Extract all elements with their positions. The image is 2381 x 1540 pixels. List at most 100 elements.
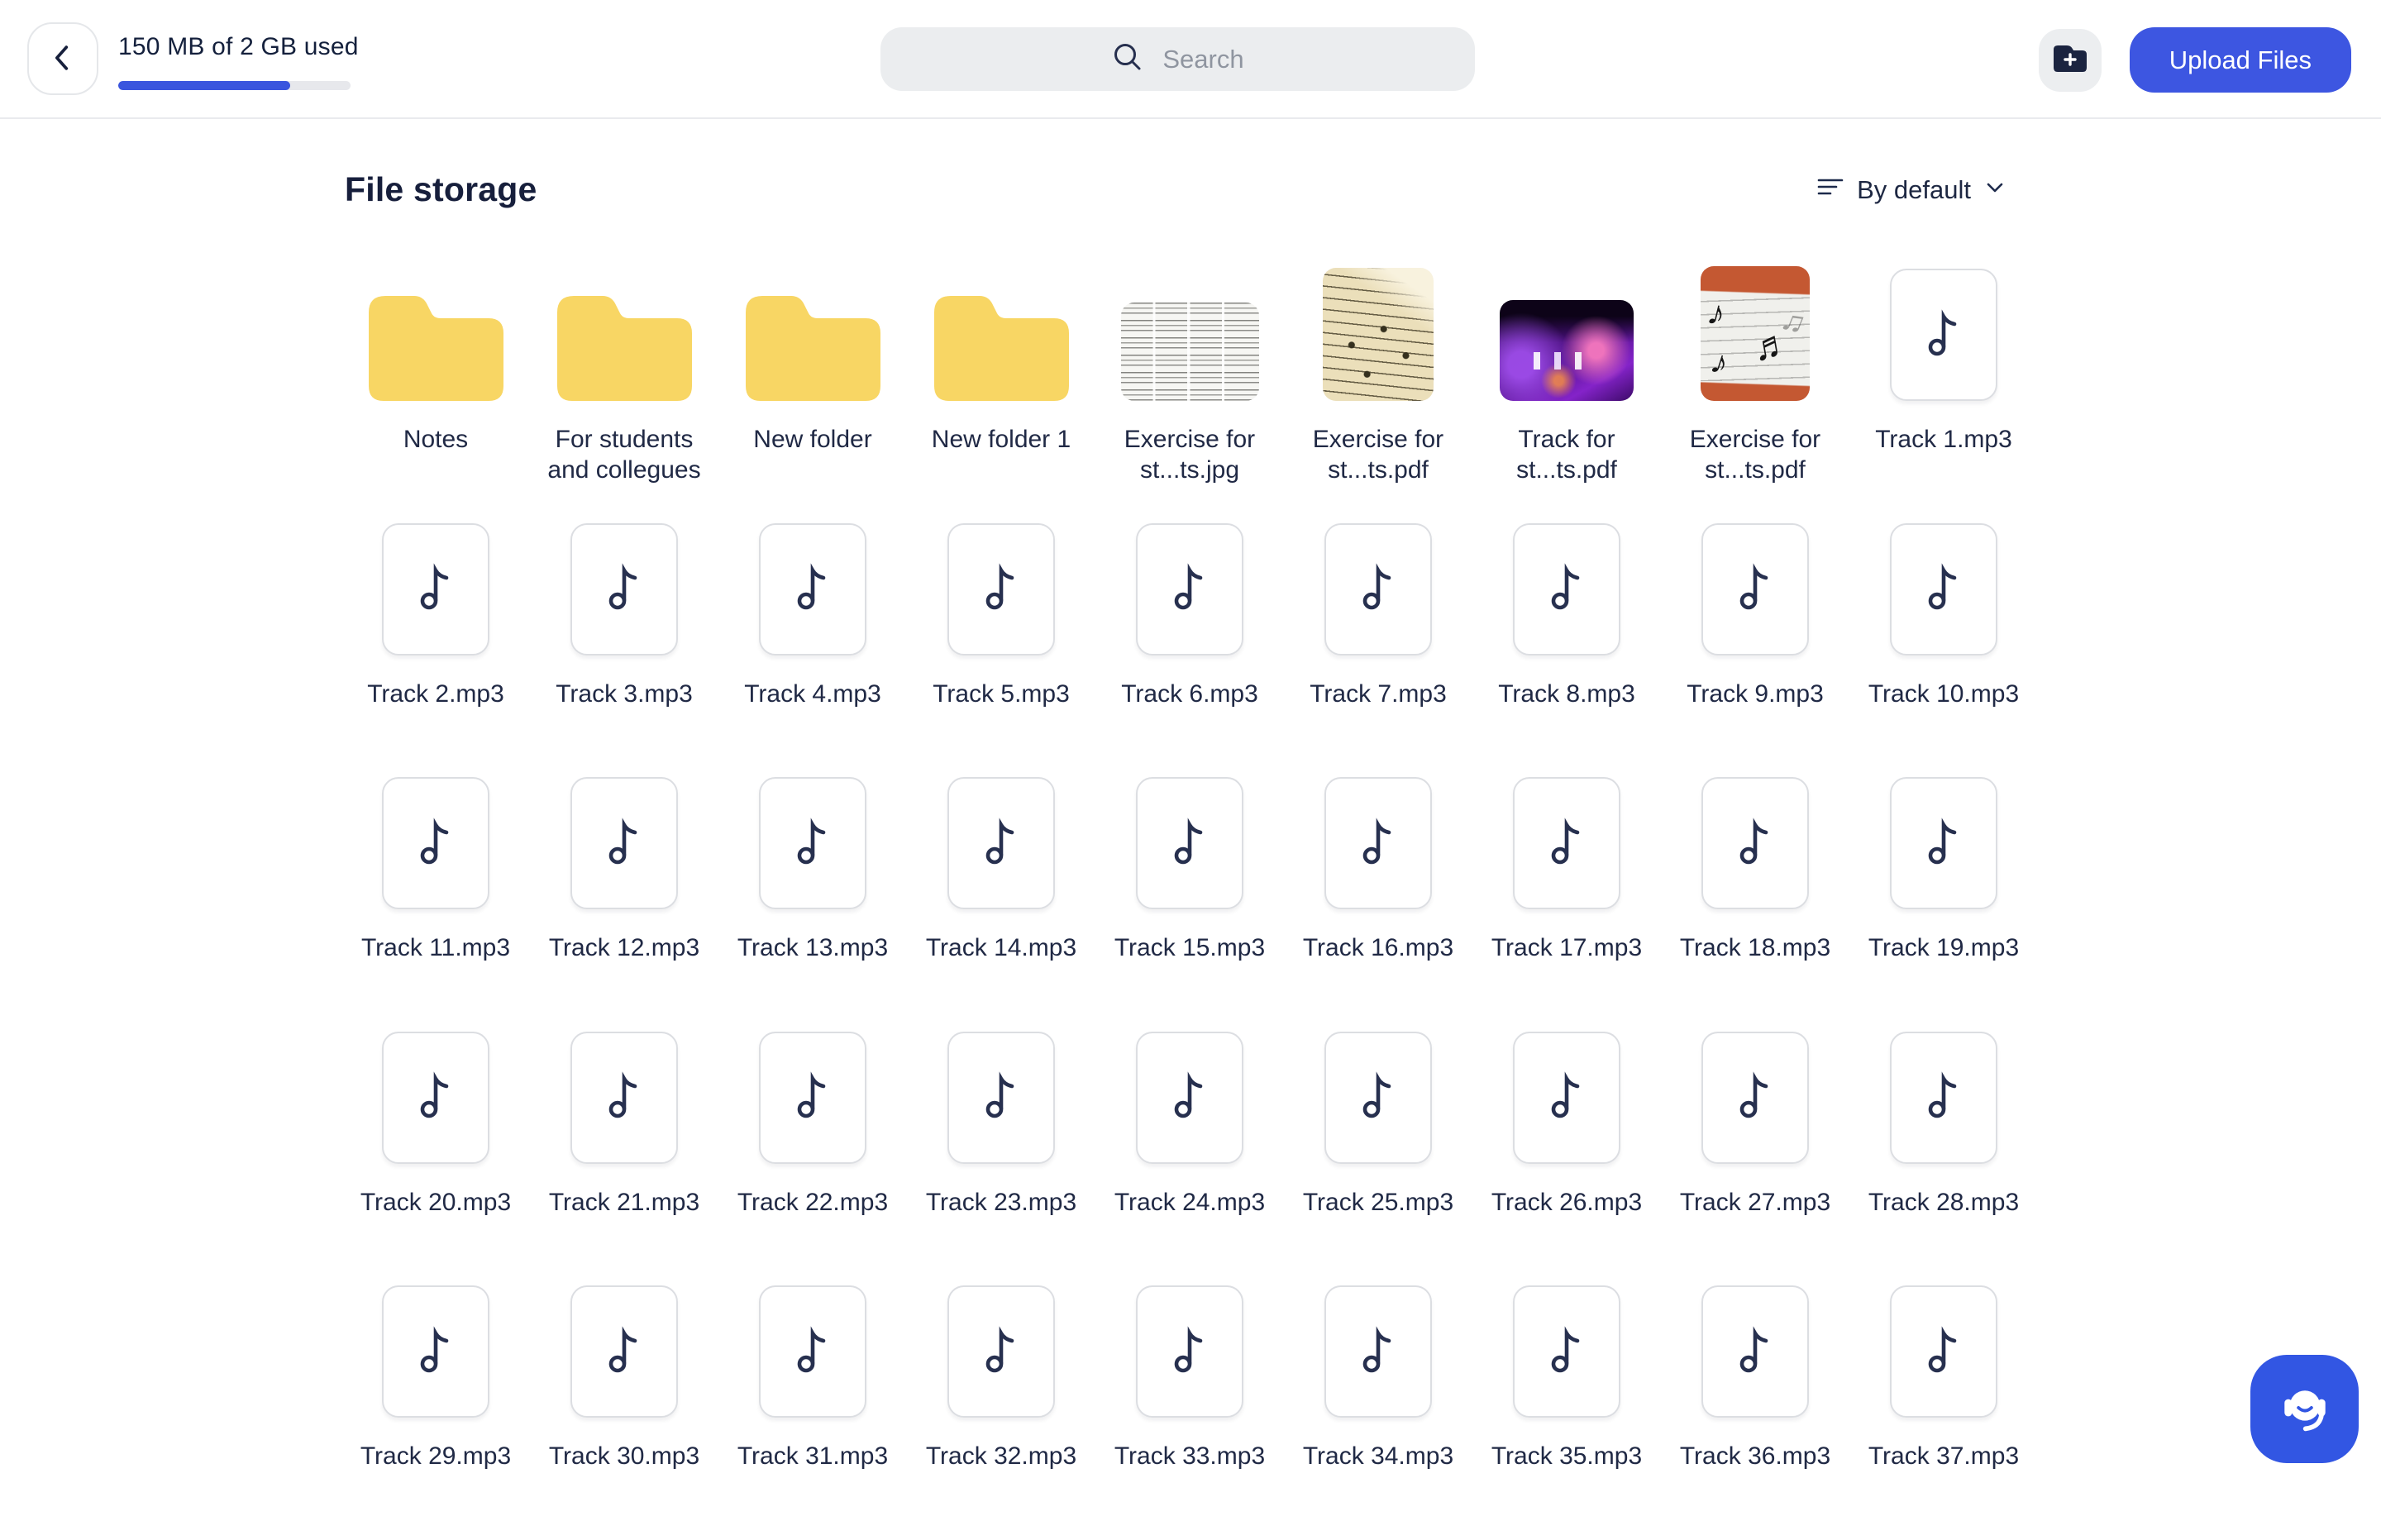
- item-art: ♪♬♪♫: [1284, 269, 1472, 401]
- item-art: [718, 1285, 907, 1418]
- file-thumbnail: ♪♬♪♫: [1500, 300, 1634, 401]
- file-item-image[interactable]: ♪♬♪♫ Exercise for st...ts.jpg: [1095, 269, 1284, 523]
- file-item-audio[interactable]: Track 2.mp3: [341, 523, 530, 778]
- music-note-icon: [1550, 562, 1583, 616]
- file-item-audio[interactable]: Track 31.mp3: [718, 1285, 907, 1540]
- file-item-audio[interactable]: Track 15.mp3: [1095, 777, 1284, 1032]
- file-item-audio[interactable]: Track 27.mp3: [1661, 1032, 1849, 1286]
- back-button[interactable]: [27, 22, 98, 95]
- file-item-audio[interactable]: Track 14.mp3: [907, 777, 1095, 1032]
- file-name: New folder 1: [932, 424, 1071, 455]
- file-item-audio[interactable]: Track 19.mp3: [1849, 777, 2038, 1032]
- file-item-audio[interactable]: Track 3.mp3: [530, 523, 718, 778]
- item-art: [341, 1285, 530, 1418]
- file-item-audio[interactable]: Track 8.mp3: [1472, 523, 1661, 778]
- file-item-audio[interactable]: Track 12.mp3: [530, 777, 718, 1032]
- item-art: [1284, 523, 1472, 656]
- file-item-audio[interactable]: Track 20.mp3: [341, 1032, 530, 1286]
- file-item-audio[interactable]: Track 21.mp3: [530, 1032, 718, 1286]
- music-note-icon: [1739, 562, 1772, 616]
- music-note-icon: [1927, 562, 1960, 616]
- file-name: Track 31.mp3: [737, 1441, 888, 1471]
- file-item-audio[interactable]: Track 25.mp3: [1284, 1032, 1472, 1286]
- top-bar-actions: Upload Files: [2039, 27, 2351, 93]
- item-art: [530, 777, 718, 909]
- item-art: [1849, 523, 2038, 656]
- music-note-icon: [608, 817, 641, 870]
- file-name: Track 22.mp3: [737, 1187, 888, 1218]
- file-grid: Notes For students and collegues New fol…: [341, 269, 2038, 1540]
- file-item-image[interactable]: ♪♬♪♫ Track for st...ts.pdf: [1472, 269, 1661, 523]
- file-name: New folder: [753, 424, 871, 455]
- file-item-audio[interactable]: Track 29.mp3: [341, 1285, 530, 1540]
- file-name: Track 21.mp3: [549, 1187, 699, 1218]
- folder-item[interactable]: New folder: [718, 269, 907, 523]
- file-item-audio[interactable]: Track 24.mp3: [1095, 1032, 1284, 1286]
- music-note-icon: [1362, 1070, 1395, 1124]
- file-item-audio[interactable]: Track 13.mp3: [718, 777, 907, 1032]
- item-art: ♪♬♪♫: [1661, 269, 1849, 401]
- sort-lines-icon: [1817, 176, 1844, 203]
- file-item-audio[interactable]: Track 6.mp3: [1095, 523, 1284, 778]
- file-name: Track 14.mp3: [926, 932, 1076, 963]
- music-note-icon: [1739, 817, 1772, 870]
- file-item-audio[interactable]: Track 9.mp3: [1661, 523, 1849, 778]
- file-item-audio[interactable]: Track 34.mp3: [1284, 1285, 1472, 1540]
- audio-file-icon: [382, 777, 489, 909]
- music-note-icon: [1550, 817, 1583, 870]
- file-item-audio[interactable]: Track 35.mp3: [1472, 1285, 1661, 1540]
- file-item-audio[interactable]: Track 37.mp3: [1849, 1285, 2038, 1540]
- file-item-audio[interactable]: Track 16.mp3: [1284, 777, 1472, 1032]
- file-item-audio[interactable]: Track 28.mp3: [1849, 1032, 2038, 1286]
- file-item-audio[interactable]: Track 36.mp3: [1661, 1285, 1849, 1540]
- music-note-icon: [1927, 1070, 1960, 1124]
- search-placeholder: Search: [1162, 45, 1243, 74]
- file-name: Track 8.mp3: [1498, 679, 1635, 709]
- music-note-icon: [419, 1070, 452, 1124]
- file-item-audio[interactable]: Track 10.mp3: [1849, 523, 2038, 778]
- folder-item[interactable]: For students and collegues: [530, 269, 718, 523]
- search-input[interactable]: Search: [880, 27, 1475, 91]
- item-art: [1095, 523, 1284, 656]
- audio-file-icon: [382, 1032, 489, 1164]
- music-note-icon: [985, 562, 1018, 616]
- file-name: Exercise for st...ts.pdf: [1290, 424, 1467, 485]
- upload-files-button[interactable]: Upload Files: [2130, 27, 2351, 93]
- storage-usage-text: 150 MB of 2 GB used: [118, 33, 359, 61]
- file-name: Track 33.mp3: [1114, 1441, 1265, 1471]
- audio-file-icon: [759, 1032, 866, 1164]
- file-name: Track 19.mp3: [1868, 932, 2019, 963]
- file-thumbnail: ♪♬♪♫: [1121, 303, 1259, 401]
- file-item-audio[interactable]: Track 30.mp3: [530, 1285, 718, 1540]
- file-item-audio[interactable]: Track 32.mp3: [907, 1285, 1095, 1540]
- folder-item[interactable]: New folder 1: [907, 269, 1095, 523]
- file-item-audio[interactable]: Track 22.mp3: [718, 1032, 907, 1286]
- audio-file-icon: [759, 1285, 866, 1418]
- file-item-audio[interactable]: Track 18.mp3: [1661, 777, 1849, 1032]
- file-name: Track 3.mp3: [556, 679, 693, 709]
- file-name: Track 27.mp3: [1680, 1187, 1830, 1218]
- item-art: [907, 1285, 1095, 1418]
- folder-item[interactable]: Notes: [341, 269, 530, 523]
- file-item-audio[interactable]: Track 5.mp3: [907, 523, 1095, 778]
- file-item-audio[interactable]: Track 26.mp3: [1472, 1032, 1661, 1286]
- file-item-image[interactable]: ♪♬♪♫ Exercise for st...ts.pdf: [1661, 269, 1849, 523]
- file-item-image[interactable]: ♪♬♪♫ Exercise for st...ts.pdf: [1284, 269, 1472, 523]
- item-art: [1284, 1032, 1472, 1164]
- chat-button[interactable]: [2250, 1355, 2359, 1463]
- sort-control[interactable]: By default: [1817, 175, 2006, 205]
- file-name: Track 13.mp3: [737, 932, 888, 963]
- folder-icon: [746, 296, 880, 401]
- new-folder-button[interactable]: [2039, 29, 2102, 92]
- file-item-audio[interactable]: Track 33.mp3: [1095, 1285, 1284, 1540]
- file-item-audio[interactable]: Track 23.mp3: [907, 1032, 1095, 1286]
- file-item-audio[interactable]: Track 7.mp3: [1284, 523, 1472, 778]
- file-item-audio[interactable]: Track 17.mp3: [1472, 777, 1661, 1032]
- item-art: [1849, 1032, 2038, 1164]
- file-item-audio[interactable]: Track 1.mp3: [1849, 269, 2038, 523]
- file-thumbnail: ♪♬♪♫: [1323, 268, 1434, 401]
- music-note-icon: [1927, 1325, 1960, 1379]
- sort-label: By default: [1857, 175, 1971, 205]
- file-item-audio[interactable]: Track 11.mp3: [341, 777, 530, 1032]
- file-item-audio[interactable]: Track 4.mp3: [718, 523, 907, 778]
